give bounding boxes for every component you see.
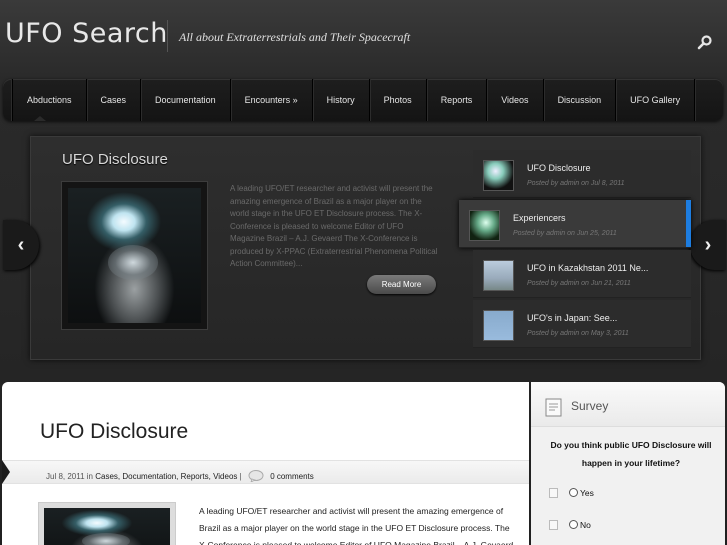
slide-meta: Posted by admin on Jun 21, 2011 (527, 280, 631, 287)
nav-item-documentation[interactable]: Documentation (141, 79, 231, 121)
featured-excerpt: A leading UFO/ET researcher and activist… (230, 184, 438, 268)
tagline-divider (167, 20, 168, 52)
option-label: No (580, 520, 591, 530)
post-date: Jul 8, 2011 (46, 472, 85, 481)
option-icon (549, 488, 558, 498)
meta-bar-corner (2, 460, 10, 484)
survey-document-icon (545, 398, 562, 417)
nav-item-abductions[interactable]: Abductions (12, 79, 87, 121)
main-navigation: Abductions Cases Documentation Encounter… (3, 79, 723, 121)
nav-item-photos[interactable]: Photos (370, 79, 427, 121)
radio-button[interactable] (569, 488, 578, 497)
featured-title[interactable]: UFO Disclosure (62, 151, 168, 168)
nav-item-encounters[interactable]: Encounters » (231, 79, 313, 121)
slide-item-ufo-disclosure[interactable]: UFO Disclosure Posted by admin on Jul 8,… (473, 150, 691, 198)
post-meta: Jul 8, 2011 in Cases, Documentation, Rep… (46, 467, 314, 482)
slide-item-experiencers[interactable]: Experiencers Posted by admin on Jun 25, … (459, 200, 691, 248)
slide-meta: Posted by admin on Jun 25, 2011 (513, 230, 617, 237)
nav-active-marker (34, 116, 46, 121)
post-thumbnail[interactable] (38, 502, 176, 545)
nav-item-cases[interactable]: Cases (87, 79, 142, 121)
option-label: Yes (580, 488, 594, 498)
post-title[interactable]: UFO Disclosure (40, 420, 188, 444)
nav-item-videos[interactable]: Videos (487, 79, 544, 121)
option-icon (549, 520, 558, 530)
site-header: UFO Search All about Extraterrestrials a… (0, 0, 727, 80)
post-in-label: in (86, 472, 94, 481)
slide-thumbnail (483, 160, 514, 191)
nav-item-discussion[interactable]: Discussion (544, 79, 617, 121)
survey-question: Do you think public UFO Disclosure will … (550, 440, 712, 468)
alien-image (68, 188, 201, 323)
read-more-button[interactable]: Read More (367, 275, 436, 294)
slide-active-indicator (686, 200, 691, 247)
slide-meta: Posted by admin on May 3, 2011 (527, 330, 629, 337)
post-body: A leading UFO/ET researcher and activist… (199, 506, 514, 545)
post-categories[interactable]: Cases, Documentation, Reports, Videos (95, 472, 237, 481)
slide-thumbnail (483, 310, 514, 341)
alien-image (44, 508, 170, 545)
slide-thumbnail (469, 210, 500, 241)
featured-thumbnail[interactable] (61, 181, 208, 330)
slide-thumbnail (483, 260, 514, 291)
post-comments-link[interactable]: 0 comments (270, 472, 314, 481)
slide-meta: Posted by admin on Jul 8, 2011 (527, 180, 625, 187)
nav-item-history[interactable]: History (313, 79, 370, 121)
slide-item-ufo-japan[interactable]: UFO's in Japan: See... Posted by admin o… (473, 300, 691, 348)
slide-title: Experiencers (513, 213, 566, 223)
slide-title: UFO in Kazakhstan 2011 Ne... (527, 263, 649, 273)
survey-option-yes[interactable]: Yes (549, 488, 594, 498)
site-logo[interactable]: UFO Search (5, 18, 168, 49)
site-tagline: All about Extraterrestrials and Their Sp… (179, 30, 411, 44)
nav-item-reports[interactable]: Reports (427, 79, 488, 121)
search-icon[interactable] (697, 34, 713, 50)
comment-bubble-icon (248, 470, 264, 482)
meta-separator: | (239, 472, 242, 481)
nav-item-ufo-gallery[interactable]: UFO Gallery (616, 79, 696, 121)
slide-item-ufo-kazakhstan[interactable]: UFO in Kazakhstan 2011 Ne... Posted by a… (473, 250, 691, 298)
survey-option-no[interactable]: No (549, 520, 591, 530)
survey-title: Survey (571, 399, 609, 413)
slide-title: UFO's in Japan: See... (527, 313, 618, 323)
radio-button[interactable] (569, 520, 578, 529)
slide-title: UFO Disclosure (527, 163, 591, 173)
